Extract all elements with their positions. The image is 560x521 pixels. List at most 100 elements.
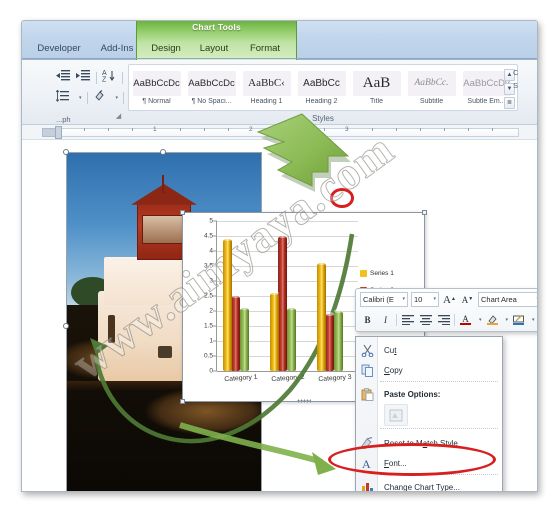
font-color-bar <box>460 322 471 325</box>
styles-group-label: Styles <box>312 114 334 123</box>
mini-toolbar-divider <box>396 313 397 326</box>
shading-color-bar <box>486 322 498 325</box>
style-item-heading-2[interactable]: AaBbCc Heading 2 <box>294 65 349 110</box>
paragraph-group: AZ ¶ ▾ <box>22 62 155 124</box>
chart-bar[interactable] <box>334 309 344 371</box>
toolbar-divider-2 <box>122 71 123 84</box>
horizontal-ruler[interactable]: 1 2 3 <box>22 125 537 140</box>
styles-gallery[interactable]: AaBbCcDc ¶ Normal AaBbCcDc ¶ No Spaci...… <box>128 64 518 111</box>
grow-font-label: A <box>443 293 451 306</box>
document-canvas[interactable]: 0 0.5 1 1.5 2 2.5 3 3.5 4 4.5 5 Category 1 Category … <box>22 140 537 491</box>
context-menu-separator <box>380 428 498 429</box>
style-item-heading-1[interactable]: AaBbC‹ Heading 1 <box>239 65 294 110</box>
menu-item-font[interactable]: A Font... <box>356 453 502 473</box>
paste-options-gallery[interactable] <box>384 404 408 426</box>
font-color-icon[interactable]: A <box>458 312 473 327</box>
picture-handle-tl[interactable] <box>63 149 69 155</box>
sort-icon[interactable]: AZ <box>102 70 117 85</box>
menu-item-reset-to-match-style[interactable]: Reset to Match Style <box>356 433 502 453</box>
indent-marker[interactable] <box>55 126 62 139</box>
shrink-font-icon[interactable]: A ▼ <box>460 292 475 307</box>
shading-caret-icon[interactable]: ▾ <box>116 95 119 101</box>
photo-lantern-glass <box>142 214 186 245</box>
paragraph-dialog-launcher-icon[interactable]: ◢ <box>111 109 126 124</box>
chart-y-tick-label: 3.5 <box>203 262 213 270</box>
chart-bar[interactable] <box>316 261 326 371</box>
chart-handle-bc[interactable] <box>296 399 311 403</box>
word-window: Chart Tools Developer Add-Ins Design Lay… <box>21 20 538 492</box>
chart-bar[interactable] <box>222 237 232 371</box>
shading-icon-mini[interactable] <box>485 312 500 327</box>
picture-handle-ml[interactable] <box>63 323 69 329</box>
chart-y-tick-label: 2.5 <box>203 292 213 300</box>
tab-format[interactable]: Format <box>241 38 289 59</box>
chart-bar[interactable] <box>287 306 297 371</box>
style-label: Heading 2 <box>305 97 338 105</box>
line-spacing-icon[interactable] <box>56 90 71 105</box>
style-item-no-spacing[interactable]: AaBbCcDc ¶ No Spaci... <box>184 65 239 110</box>
chart-y-tick-label: 1.5 <box>203 322 213 330</box>
menu-item-cut[interactable]: Cut <box>356 340 502 360</box>
chart-gridline <box>217 221 358 222</box>
chevron-down-icon-3[interactable]: ▾ <box>536 293 537 306</box>
chart-context-menu[interactable]: Cut Copy Paste Options: Reset to Match Styl… <box>355 336 503 491</box>
chart-handle-tr[interactable] <box>422 210 427 215</box>
line-spacing-caret-icon[interactable]: ▾ <box>79 95 82 101</box>
font-color-caret-icon[interactable]: ▾ <box>479 317 482 323</box>
increase-indent-icon[interactable] <box>76 70 91 85</box>
shading-caret-icon-mini[interactable]: ▾ <box>506 317 509 323</box>
chart-y-tick-label: 4.5 <box>203 232 213 240</box>
tab-layout[interactable]: Layout <box>192 38 236 59</box>
chart-handle-tl[interactable] <box>180 210 185 215</box>
mini-toolbar[interactable]: Calibri (E ▾ 10 ▾ A ▲ A ▼ Chart Area B I… <box>355 288 537 332</box>
tab-add-ins[interactable]: Add-Ins <box>92 38 142 59</box>
align-right-icon[interactable] <box>436 312 451 327</box>
svg-text:A: A <box>362 457 371 470</box>
chart-handle-bl[interactable] <box>180 399 185 404</box>
chart-bar[interactable] <box>231 294 241 371</box>
svg-text:Z: Z <box>102 77 107 83</box>
chevron-down-icon-2[interactable]: ▾ <box>433 293 436 306</box>
chart-gridline <box>217 266 358 267</box>
menu-item-change-chart-type[interactable]: Change Chart Type... <box>356 477 502 491</box>
style-item-normal[interactable]: AaBbCcDc ¶ Normal <box>129 65 184 110</box>
grow-font-icon[interactable]: A ▲ <box>442 292 457 307</box>
menu-item-copy[interactable]: Copy <box>356 360 502 380</box>
decrease-indent-icon[interactable] <box>56 70 71 85</box>
chart-bar[interactable] <box>278 234 288 371</box>
outline-caret-icon[interactable]: ▾ <box>532 317 535 323</box>
font-name-combobox[interactable]: Calibri (E ▾ <box>360 292 408 307</box>
chart-bar[interactable] <box>269 291 279 371</box>
align-left-icon[interactable] <box>400 312 415 327</box>
ribbon-tabs: Developer Add-Ins Design Layout Format <box>22 38 537 60</box>
chart-bar[interactable] <box>240 306 250 371</box>
chart-y-axis <box>216 221 217 371</box>
chart-legend-item[interactable]: Series 1 <box>360 265 420 282</box>
tab-developer[interactable]: Developer <box>30 38 88 59</box>
gallery-more-icon[interactable]: ≣ <box>504 97 515 109</box>
italic-button[interactable]: I <box>378 312 393 327</box>
photo-planter <box>158 346 172 359</box>
align-center-icon[interactable] <box>418 312 433 327</box>
chart-element-combobox[interactable]: Chart Area ▾ <box>478 292 537 307</box>
chart-bar[interactable] <box>325 312 335 371</box>
style-item-subtitle[interactable]: AaBbCc. Subtitle <box>404 65 459 110</box>
font-size-combobox[interactable]: 10 ▾ <box>411 292 439 307</box>
menu-item-label: Copy <box>384 365 403 375</box>
menu-item-paste-options[interactable]: Paste Options: <box>356 384 502 404</box>
shading-icon[interactable] <box>93 90 108 105</box>
shape-outline-icon[interactable] <box>511 312 526 327</box>
ruler-num-3: 3 <box>345 126 349 133</box>
ribbon-body: AZ ¶ ▾ <box>22 60 537 125</box>
style-item-title[interactable]: AaB Title <box>349 65 404 110</box>
picture-handle-tc[interactable] <box>160 149 166 155</box>
tab-design[interactable]: Design <box>143 38 189 59</box>
toolbar-divider <box>96 71 97 84</box>
font-icon: A <box>359 456 375 471</box>
chevron-down-icon[interactable]: ▾ <box>402 293 405 306</box>
style-preview: AaBbCc. <box>407 70 456 96</box>
style-label: ¶ No Spaci... <box>191 97 232 105</box>
document-page: 0 0.5 1 1.5 2 2.5 3 3.5 4 4.5 5 Category 1 Category … <box>22 140 537 491</box>
style-preview: AaBbCcDc <box>132 70 181 96</box>
bold-button[interactable]: B <box>360 312 375 327</box>
